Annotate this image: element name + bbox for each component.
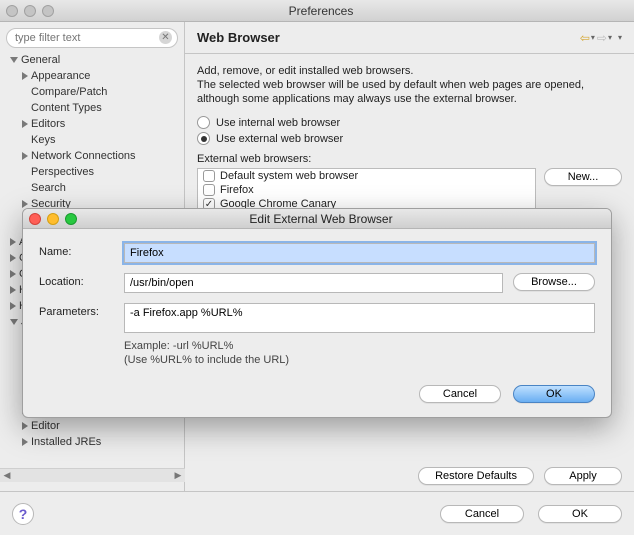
disclosure-triangle-icon[interactable] [22, 422, 28, 430]
disclosure-triangle-icon [10, 238, 16, 246]
nav-history: ⇦▾ ⇨▾ ▾ [580, 31, 622, 45]
description-text: Add, remove, or edit installed web brows… [197, 64, 622, 106]
radio-internal-browser[interactable]: Use internal web browser [197, 116, 622, 129]
list-item[interactable]: Firefox [198, 183, 535, 197]
radio-label: Use internal web browser [216, 117, 340, 129]
scroll-right-icon[interactable]: ▶ [171, 470, 185, 482]
forward-arrow-icon[interactable]: ⇨ [597, 31, 607, 45]
radio-icon[interactable] [197, 116, 210, 129]
tree-item[interactable]: Search [6, 180, 184, 196]
tree-root-general[interactable]: General [6, 52, 184, 68]
disclosure-triangle-icon [10, 319, 18, 325]
disclosure-triangle-icon[interactable] [22, 200, 28, 208]
dialog-ok-button[interactable]: OK [513, 385, 595, 403]
list-item-label: Default system web browser [220, 170, 358, 182]
name-input[interactable] [124, 243, 595, 263]
disclosure-triangle-icon[interactable] [22, 438, 28, 446]
parameters-hint: Example: -url %URL% (Use %URL% to includ… [124, 339, 595, 367]
page-title: Web Browser [197, 30, 280, 45]
browse-button[interactable]: Browse... [513, 273, 595, 291]
tree-label: Keys [31, 132, 55, 148]
disclosure-triangle-icon [10, 302, 16, 310]
tree-label: General [21, 52, 60, 68]
tree-item[interactable]: Perspectives [6, 164, 184, 180]
back-menu-icon[interactable]: ▾ [591, 33, 595, 42]
list-item[interactable]: Default system web browser [198, 169, 535, 183]
restore-defaults-button[interactable]: Restore Defaults [418, 467, 534, 485]
tree-label: Compare/Patch [31, 84, 107, 100]
filter-input[interactable] [6, 28, 178, 48]
clear-filter-icon[interactable]: ✕ [159, 31, 172, 44]
parameters-input[interactable] [124, 303, 595, 333]
disclosure-triangle-icon [10, 286, 16, 294]
cancel-button[interactable]: Cancel [440, 505, 524, 523]
edit-browser-dialog: Edit External Web Browser Name: Location… [22, 208, 612, 418]
tree-label: Installed JREs [31, 434, 101, 450]
window-titlebar: Preferences [0, 0, 634, 22]
scroll-left-icon[interactable]: ◀ [0, 470, 14, 482]
content-body: Add, remove, or edit installed web brows… [185, 54, 634, 234]
tree-label: Network Connections [31, 148, 136, 164]
tree-item[interactable]: Installed JREs [6, 434, 101, 450]
new-browser-button[interactable]: New... [544, 168, 622, 186]
tree-item[interactable]: Content Types [6, 100, 184, 116]
tree-label: Content Types [31, 100, 102, 116]
dialog-title: Edit External Web Browser [37, 212, 605, 226]
help-button[interactable]: ? [12, 503, 34, 525]
checkbox-icon[interactable] [203, 184, 215, 196]
checkbox-icon[interactable] [203, 170, 215, 182]
dialog-body: Name: Location: Browse... Parameters: Ex… [23, 229, 611, 377]
view-menu-icon[interactable]: ▾ [618, 33, 622, 42]
dialog-cancel-button[interactable]: Cancel [419, 385, 501, 403]
tree-item[interactable]: Compare/Patch [6, 84, 184, 100]
name-label: Name: [39, 243, 114, 258]
list-item-label: Firefox [220, 184, 254, 196]
dialog-titlebar: Edit External Web Browser [23, 209, 611, 229]
tree-item[interactable]: Editor [6, 418, 101, 434]
tree-label: Editor [31, 418, 60, 434]
back-arrow-icon[interactable]: ⇦ [580, 31, 590, 45]
content-header: Web Browser ⇦▾ ⇨▾ ▾ [185, 22, 634, 54]
tree-label: Search [31, 180, 66, 196]
tree-label: Appearance [31, 68, 90, 84]
disclosure-triangle-icon [10, 254, 16, 262]
tree-item[interactable]: Network Connections [6, 148, 184, 164]
disclosure-triangle-icon [10, 270, 16, 278]
apply-button[interactable]: Apply [544, 467, 622, 485]
disclosure-triangle-icon[interactable] [22, 152, 28, 160]
radio-icon[interactable] [197, 132, 210, 145]
tree-item[interactable]: Editors [6, 116, 184, 132]
ok-button[interactable]: OK [538, 505, 622, 523]
forward-menu-icon[interactable]: ▾ [608, 33, 612, 42]
parameters-label: Parameters: [39, 303, 114, 318]
radio-external-browser[interactable]: Use external web browser [197, 132, 622, 145]
tree-label: Editors [31, 116, 65, 132]
tree-label: Perspectives [31, 164, 94, 180]
disclosure-triangle-icon[interactable] [22, 120, 28, 128]
tree-item[interactable]: Keys [6, 132, 184, 148]
tree-item[interactable]: Appearance [6, 68, 184, 84]
location-input[interactable] [124, 273, 503, 293]
list-label: External web browsers: [197, 153, 622, 165]
dialog-footer: Cancel OK [23, 377, 611, 417]
location-label: Location: [39, 273, 114, 288]
sidebar-horizontal-scrollbar[interactable]: ◀ ▶ [0, 468, 185, 482]
disclosure-triangle-icon[interactable] [10, 57, 18, 63]
preferences-footer: ? Cancel OK [0, 491, 634, 535]
window-title: Preferences [14, 4, 628, 18]
disclosure-triangle-icon[interactable] [22, 72, 28, 80]
radio-label: Use external web browser [216, 133, 343, 145]
